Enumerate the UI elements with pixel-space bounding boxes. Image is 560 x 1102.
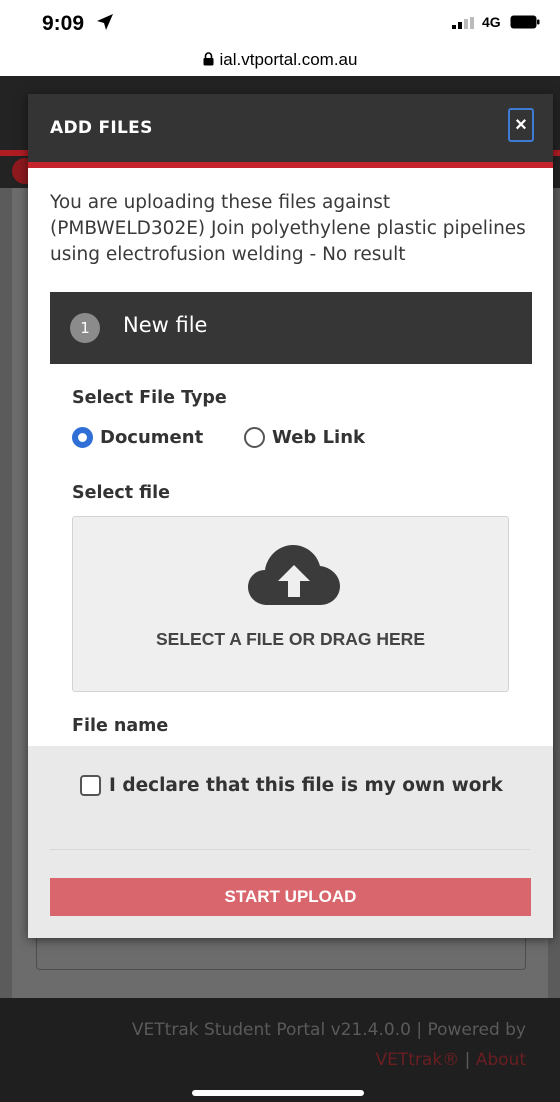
declaration-checkbox[interactable] [80, 775, 101, 796]
declaration-label[interactable]: I declare that this file is my own work [109, 775, 503, 796]
dropzone-text: SELECT A FILE OR DRAG HERE [156, 629, 425, 649]
start-upload-button[interactable]: START UPLOAD [50, 878, 531, 916]
radio-web-link[interactable]: Web Link [244, 427, 365, 448]
close-button[interactable]: × [508, 108, 534, 142]
footer-separator: | [464, 1050, 471, 1070]
about-link[interactable]: About [476, 1050, 526, 1070]
step-title: New file [123, 313, 208, 337]
file-dropzone[interactable]: SELECT A FILE OR DRAG HERE [72, 516, 509, 692]
signal-icon [452, 17, 474, 29]
clock: 9:09 [42, 12, 85, 35]
close-icon: × [515, 114, 527, 136]
modal-title: ADD FILES [50, 118, 153, 138]
location-arrow-icon [97, 14, 113, 30]
select-file-label: Select file [72, 483, 171, 503]
url-text: ial.vtportal.com.au [219, 50, 358, 69]
file-name-label: File name [72, 716, 169, 736]
radio-document[interactable]: Document [72, 427, 203, 448]
network-label: 4G [482, 14, 501, 30]
radio-selected-indicator[interactable] [72, 427, 93, 448]
footer-divider [50, 849, 530, 850]
footer-links: VETtrak® | About [0, 1050, 526, 1070]
modal-header-accent [28, 162, 553, 168]
radio-web-link-label[interactable]: Web Link [272, 427, 365, 448]
vettrak-link[interactable]: VETtrak® [376, 1050, 460, 1070]
radio-unselected-indicator[interactable] [244, 427, 265, 448]
file-type-label: Select File Type [72, 388, 227, 408]
cloud-upload-icon [248, 545, 340, 605]
radio-document-label[interactable]: Document [100, 427, 203, 448]
home-indicator [192, 1090, 364, 1096]
footer-powered-text: VETtrak Student Portal v21.4.0.0 | Power… [131, 1020, 526, 1040]
lock-icon [203, 52, 214, 66]
status-bar: 9:09 4G [0, 0, 560, 44]
modal-header: ADD FILES × [28, 94, 553, 162]
modal-footer: I declare that this file is my own work … [28, 746, 553, 938]
page-footer: VETtrak Student Portal v21.4.0.0 | Power… [0, 998, 560, 1102]
upload-description: You are uploading these files against (P… [50, 192, 526, 265]
add-files-modal: ADD FILES × You are uploading these file… [28, 94, 553, 938]
step-number-badge: 1 [70, 313, 100, 343]
declaration-checkbox-row[interactable]: I declare that this file is my own work [80, 775, 503, 796]
step-header: 1 New file [50, 292, 532, 364]
battery-icon [510, 15, 540, 29]
address-bar[interactable]: ial.vtportal.com.au [0, 44, 560, 76]
